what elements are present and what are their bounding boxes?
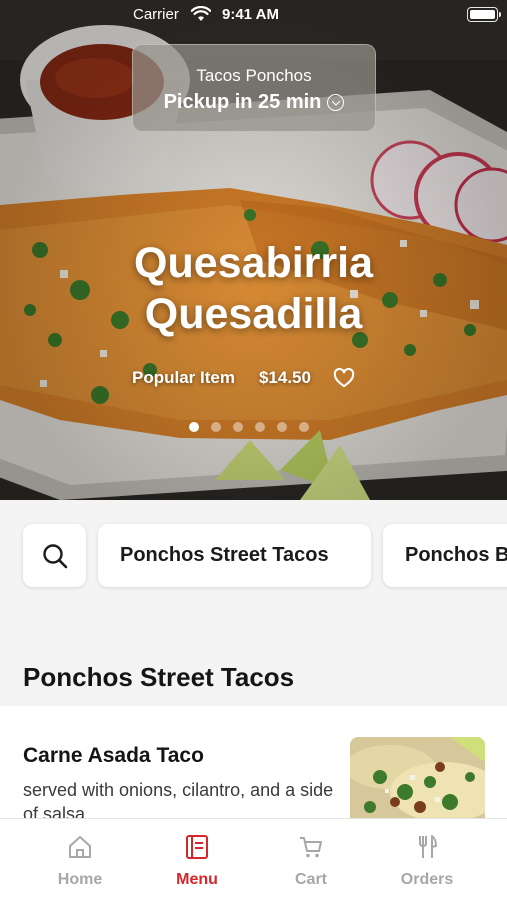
tab-home-label: Home <box>57 871 103 888</box>
carrier-label: Carrier <box>133 6 179 23</box>
featured-item-title: Quesabirria Quesadilla <box>0 238 507 340</box>
popular-badge: Popular Item <box>132 368 235 387</box>
featured-item-meta: Popular Item $14.50 <box>132 368 355 388</box>
tab-orders-label: Orders <box>400 871 454 888</box>
carousel-dot[interactable] <box>277 422 287 432</box>
category-pill-street-tacos[interactable]: Ponchos Street Tacos <box>98 524 371 587</box>
search-icon <box>42 543 67 568</box>
tab-orders[interactable]: Orders <box>377 819 477 900</box>
carousel-dot[interactable] <box>211 422 221 432</box>
carousel-dot[interactable] <box>189 422 199 432</box>
tab-cart[interactable]: Cart <box>261 819 361 900</box>
fork-knife-icon <box>419 835 437 858</box>
section-title: Ponchos Street Tacos <box>23 662 295 692</box>
carousel-dots[interactable] <box>189 422 309 432</box>
featured-item-title-line2: Quesadilla <box>144 290 363 338</box>
wifi-icon <box>191 6 211 21</box>
pickup-selector[interactable]: Tacos Ponchos Pickup in 25 min <box>132 44 376 132</box>
carousel-dot[interactable] <box>299 422 309 432</box>
category-pill-burritos[interactable]: Ponchos Burritos <box>383 524 507 587</box>
category-bar: Ponchos Street Tacos Ponchos Burritos <box>0 500 507 630</box>
store-name: Tacos Ponchos <box>196 66 312 85</box>
pickup-time-row: Pickup in 25 min <box>133 91 375 114</box>
menu-item-name: Carne Asada Taco <box>23 744 204 767</box>
featured-item-price: $14.50 <box>258 368 311 387</box>
menu-item-photo <box>350 737 485 827</box>
search-button[interactable] <box>23 524 86 587</box>
featured-item-title-line1: Quesabirria <box>134 239 373 287</box>
tab-bar: Home Menu Cart Orders <box>0 818 507 900</box>
battery-icon <box>467 7 501 22</box>
carousel-dot[interactable] <box>233 422 243 432</box>
tab-menu-label: Menu <box>176 871 218 888</box>
hero-banner[interactable]: Carrier 9:41 AM Tacos Ponchos Pickup in … <box>0 0 507 500</box>
tab-cart-label: Cart <box>294 871 327 888</box>
carousel-dot[interactable] <box>255 422 265 432</box>
tab-home[interactable]: Home <box>30 819 130 900</box>
menu-item-carne-asada[interactable]: Carne Asada Taco served with onions, cil… <box>0 706 507 827</box>
clock: 9:41 AM <box>222 6 279 23</box>
heart-icon[interactable] <box>333 368 355 388</box>
tab-menu[interactable]: Menu <box>147 819 247 900</box>
chevron-down-icon <box>327 94 345 111</box>
status-bar: Carrier 9:41 AM <box>0 0 507 30</box>
home-icon <box>69 836 91 858</box>
cart-icon <box>300 837 322 858</box>
menu-icon <box>186 835 208 859</box>
pickup-time: Pickup in 25 min <box>163 91 322 113</box>
